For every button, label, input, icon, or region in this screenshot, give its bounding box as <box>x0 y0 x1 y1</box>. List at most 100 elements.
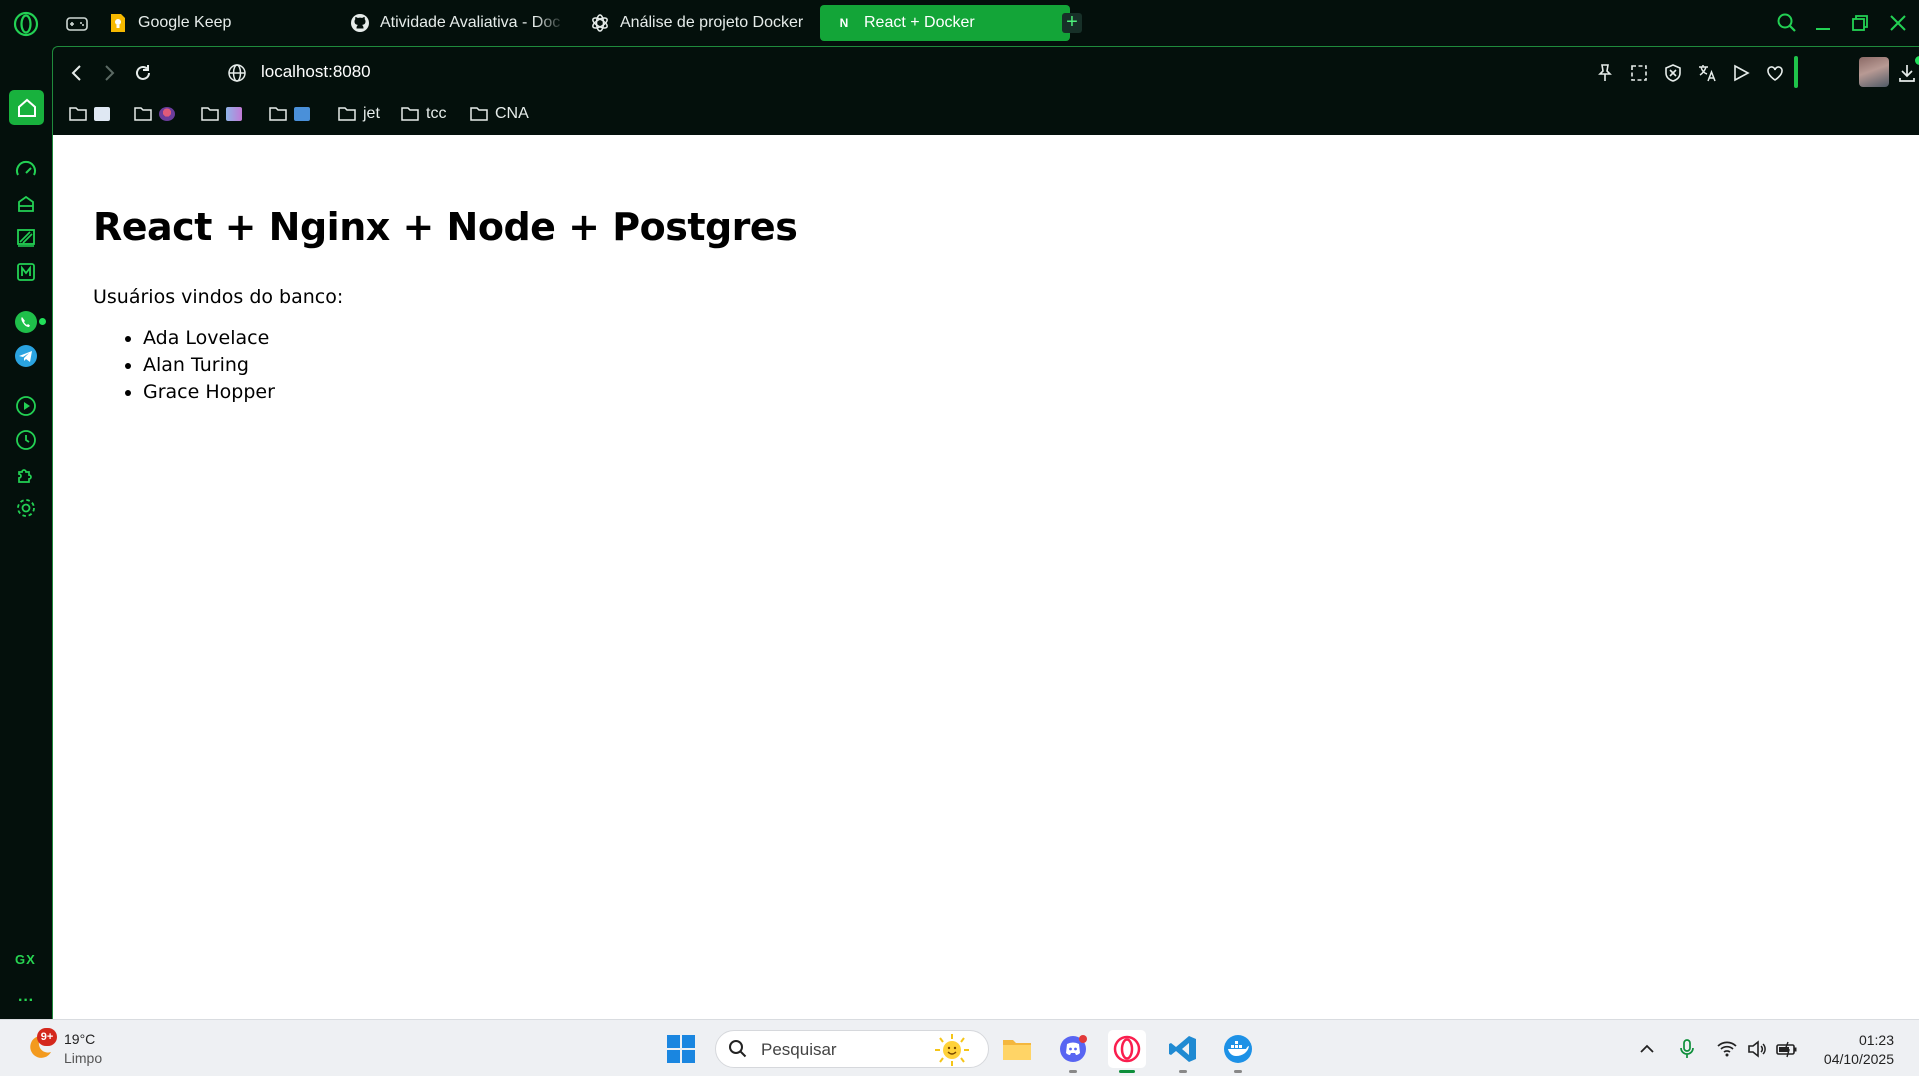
sidebar-history-icon[interactable] <box>12 426 40 454</box>
download-icon[interactable] <box>1896 62 1918 84</box>
translate-icon[interactable] <box>1696 62 1718 84</box>
search-placeholder: Pesquisar <box>761 1040 837 1059</box>
page-viewport: React + Nginx + Node + Postgres Usuários… <box>53 135 1919 1019</box>
tab-analise-projeto-docker[interactable]: Análise de projeto Docker <box>590 5 810 41</box>
address-bar-url[interactable]: localhost:8080 <box>261 62 371 82</box>
folder-icon <box>470 107 488 121</box>
opera-gx-logo-icon[interactable] <box>12 10 40 38</box>
bookmark-folder-tcc[interactable]: tcc <box>400 102 446 126</box>
taskbar-file-explorer[interactable] <box>998 1030 1036 1068</box>
bookmark-label: tcc <box>426 105 447 122</box>
adblock-shield-icon[interactable] <box>1662 62 1684 84</box>
send-icon[interactable] <box>1730 62 1752 84</box>
sidebar-player-icon[interactable] <box>12 392 40 420</box>
new-tab-button[interactable]: + <box>1062 12 1082 33</box>
file-explorer-icon <box>1003 1040 1031 1060</box>
joystick-favicon-icon <box>159 107 175 121</box>
clock-date: 04/10/2025 <box>1823 1051 1894 1067</box>
vscode-icon <box>1169 1036 1196 1062</box>
sidebar-extensions-icon[interactable] <box>12 460 40 488</box>
folder-icon <box>269 107 287 121</box>
taskbar-vscode[interactable] <box>1164 1030 1202 1073</box>
bookmark-folder-jet[interactable]: jet <box>337 102 380 126</box>
list-item: Alan Turing <box>143 352 275 379</box>
taskbar-opera-gx[interactable] <box>1108 1030 1146 1073</box>
battery-charging-icon[interactable] <box>1776 1038 1798 1060</box>
address-toolbar: localhost:8080 <box>52 50 1919 94</box>
taskbar-discord[interactable] <box>1054 1030 1092 1073</box>
sidebar: GX ··· <box>0 46 52 1019</box>
sidebar-telegram-icon[interactable] <box>12 342 40 370</box>
list-item: Grace Hopper <box>143 379 275 406</box>
back-icon[interactable] <box>66 62 88 84</box>
home-icon <box>17 98 36 117</box>
video-favicon-icon <box>226 107 242 121</box>
microphone-icon[interactable] <box>1676 1038 1698 1060</box>
weather-temp[interactable]: 19°C <box>64 1031 95 1047</box>
taskbar-search-input[interactable]: Pesquisar <box>715 1030 989 1068</box>
minimize-icon[interactable] <box>1812 12 1834 34</box>
book-favicon-icon <box>94 107 110 121</box>
site-info-globe-icon[interactable] <box>227 63 247 83</box>
chatgpt-icon <box>590 13 610 33</box>
sidebar-gx-corner-icon[interactable] <box>12 190 40 218</box>
bookmarks-bar: jet tcc CNA <box>52 96 1919 132</box>
google-keep-icon <box>108 13 128 33</box>
profile-avatar[interactable] <box>1859 57 1889 87</box>
sidebar-gx-control-icon[interactable] <box>12 156 40 184</box>
sidebar-whatsapp-icon[interactable] <box>12 308 40 336</box>
toolbar-separator <box>1794 56 1798 88</box>
volume-icon[interactable] <box>1746 1038 1768 1060</box>
react-n-icon: N <box>839 16 849 30</box>
bookmark-folder-cna[interactable]: CNA <box>469 102 529 126</box>
wifi-icon[interactable] <box>1716 1038 1738 1060</box>
bookmark-label: jet <box>363 105 380 122</box>
sidebar-player-m-icon[interactable] <box>12 258 40 286</box>
folder-icon <box>401 107 419 121</box>
search-tabs-icon[interactable] <box>1776 12 1798 34</box>
snapshot-icon[interactable] <box>1628 62 1650 84</box>
tab-atividade-avaliativa[interactable]: Atividade Avaliativa - Doc <box>350 5 565 41</box>
show-hidden-icons-chevron-icon[interactable] <box>1636 1038 1658 1060</box>
bookmark-folder-1[interactable] <box>68 102 110 126</box>
taskbar-docker[interactable] <box>1219 1030 1257 1073</box>
reload-icon[interactable] <box>132 62 154 84</box>
system-clock[interactable]: 01:23 04/10/2025 <box>1820 1031 1894 1069</box>
heart-icon[interactable] <box>1764 62 1786 84</box>
bookmark-folder-3[interactable] <box>200 102 242 126</box>
folder-icon <box>134 107 152 121</box>
windows-taskbar: 9+ 19°C Limpo Pesquisar 01:23 04/10/2025 <box>0 1019 1919 1076</box>
clock-time: 01:23 <box>1858 1032 1894 1048</box>
forward-icon[interactable] <box>98 62 120 84</box>
tab-bar: Google Keep Atividade Avaliativa - Doc A… <box>0 0 1919 46</box>
list-item: Ada Lovelace <box>143 325 275 352</box>
weather-alert-badge: 9+ <box>37 1028 57 1046</box>
tab-google-keep[interactable]: Google Keep <box>108 5 318 41</box>
folder-icon <box>201 107 219 121</box>
docker-icon <box>1224 1035 1252 1063</box>
page-heading: React + Nginx + Node + Postgres <box>93 205 798 249</box>
close-icon[interactable] <box>1887 12 1909 34</box>
bookmark-folder-4[interactable] <box>268 102 310 126</box>
computer-favicon-icon <box>294 107 310 121</box>
bookmark-label: CNA <box>495 105 529 122</box>
tab-label: Atividade Avaliativa - Doc <box>380 14 561 31</box>
sidebar-home-button[interactable] <box>9 90 44 125</box>
sidebar-twitch-icon[interactable] <box>12 224 40 252</box>
windows-start-icon[interactable] <box>666 1034 696 1064</box>
pin-icon[interactable] <box>1594 62 1616 84</box>
opera-gx-icon <box>1113 1035 1141 1063</box>
search-highlight-sun-icon <box>935 1034 969 1066</box>
tab-label: Google Keep <box>138 14 232 31</box>
sidebar-settings-icon[interactable] <box>12 494 40 522</box>
bookmark-folder-2[interactable] <box>133 102 175 126</box>
weather-condition[interactable]: Limpo <box>64 1050 102 1066</box>
gx-label[interactable]: GX <box>15 952 36 967</box>
sidebar-more-icon[interactable]: ··· <box>12 987 40 1015</box>
folder-icon <box>338 107 356 121</box>
tab-label: React + Docker <box>864 14 975 31</box>
restore-icon[interactable] <box>1849 12 1871 34</box>
tab-react-docker[interactable]: N React + Docker <box>820 5 1070 41</box>
tab-label: Análise de projeto Docker <box>620 14 804 31</box>
gx-control-icon[interactable] <box>64 12 90 36</box>
